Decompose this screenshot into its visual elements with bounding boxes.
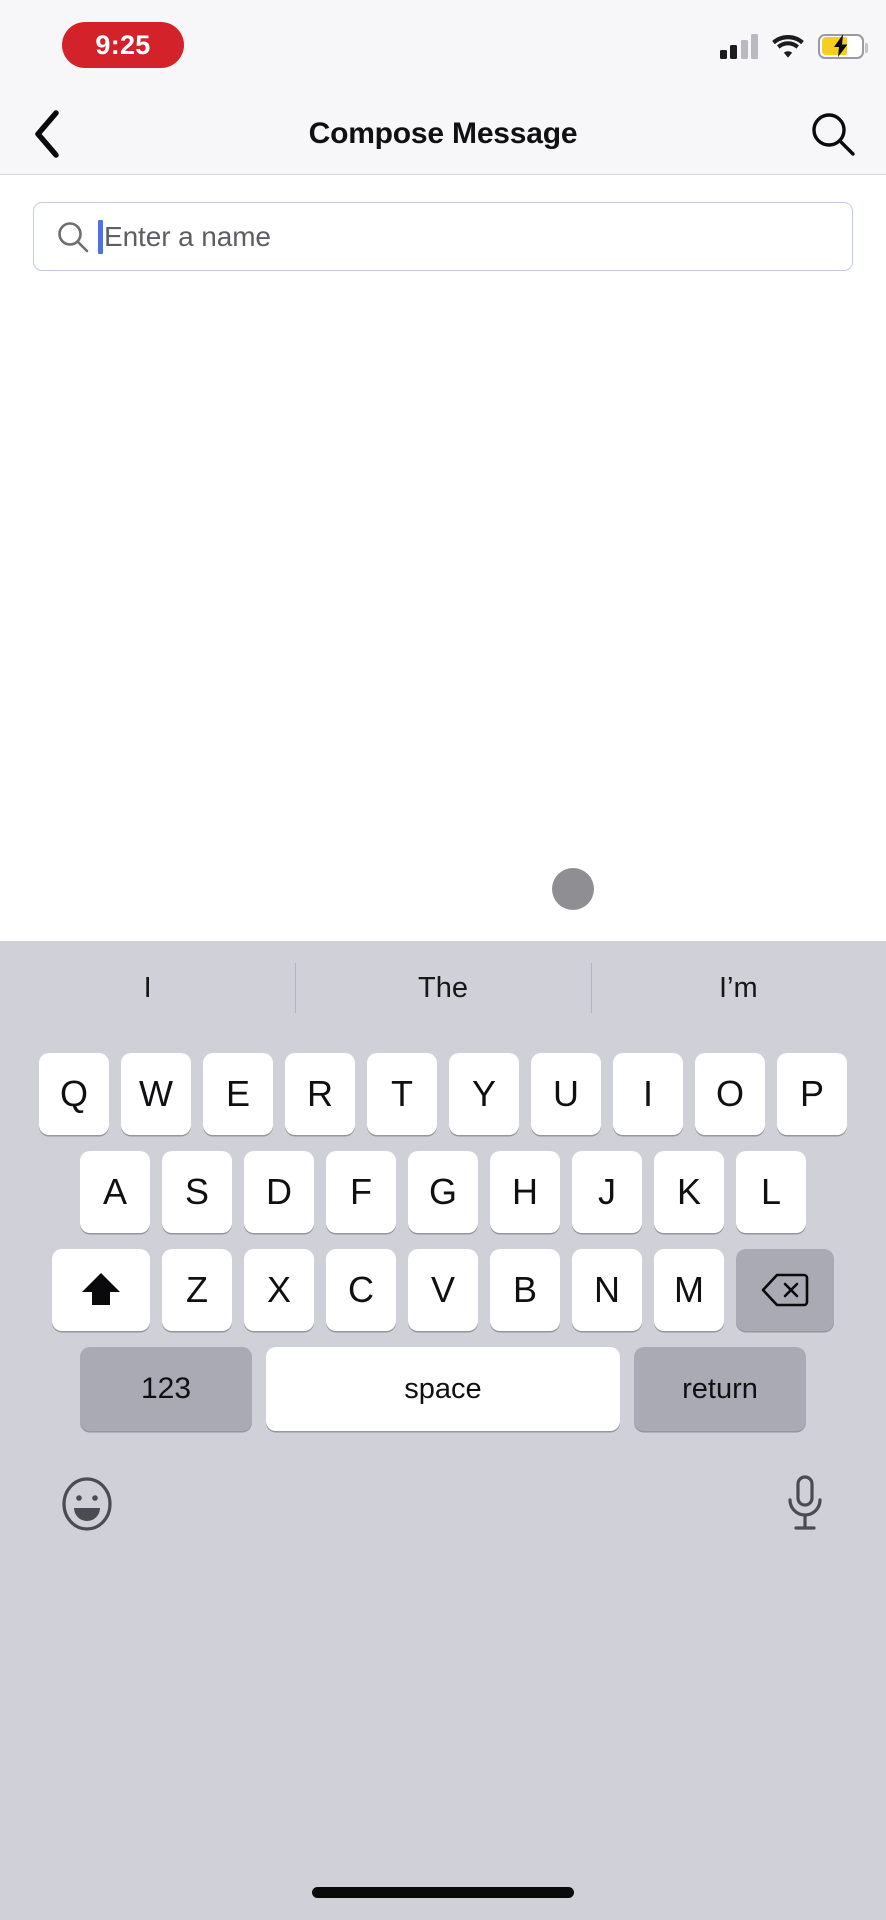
key-j[interactable]: J: [572, 1151, 642, 1233]
shift-arrow-icon: [82, 1273, 120, 1305]
key-w[interactable]: W: [121, 1053, 191, 1135]
keyboard-row-1: Q W E R T Y U I O P: [0, 1053, 886, 1135]
key-v[interactable]: V: [408, 1249, 478, 1331]
key-z[interactable]: Z: [162, 1249, 232, 1331]
battery-charging-icon: [818, 33, 868, 59]
numbers-key[interactable]: 123: [80, 1347, 252, 1431]
key-e[interactable]: E: [203, 1053, 273, 1135]
key-q[interactable]: Q: [39, 1053, 109, 1135]
keyboard-row-4: 123 space return: [0, 1347, 886, 1431]
key-k[interactable]: K: [654, 1151, 724, 1233]
phone-screen: 9:25 Compose Message Enter a name I The …: [0, 0, 886, 1920]
keyboard-row-3: Z X C V B N M: [0, 1249, 886, 1331]
return-key[interactable]: return: [634, 1347, 806, 1431]
key-a[interactable]: A: [80, 1151, 150, 1233]
prediction-item-1[interactable]: I: [0, 941, 295, 1035]
keyboard-row-2: A S D F G H J K L: [0, 1151, 886, 1233]
key-y[interactable]: Y: [449, 1053, 519, 1135]
backspace-delete-icon: [761, 1273, 809, 1307]
key-l[interactable]: L: [736, 1151, 806, 1233]
key-f[interactable]: F: [326, 1151, 396, 1233]
key-i[interactable]: I: [613, 1053, 683, 1135]
shift-key[interactable]: [52, 1249, 150, 1331]
prediction-item-3[interactable]: I’m: [590, 941, 886, 1035]
key-s[interactable]: S: [162, 1151, 232, 1233]
prediction-item-2[interactable]: The: [295, 941, 590, 1035]
key-c[interactable]: C: [326, 1249, 396, 1331]
key-d[interactable]: D: [244, 1151, 314, 1233]
space-key[interactable]: space: [266, 1347, 620, 1431]
emoji-key[interactable]: [58, 1475, 116, 1538]
key-t[interactable]: T: [367, 1053, 437, 1135]
page-title: Compose Message: [308, 116, 578, 150]
search-icon: [812, 112, 855, 156]
recipient-search-input[interactable]: Enter a name: [33, 202, 853, 271]
compose-content-area: Enter a name: [0, 175, 886, 941]
navigation-bar: Compose Message: [0, 92, 886, 175]
predictive-text-bar: I The I’m: [0, 941, 886, 1035]
status-time-pill: 9:25: [62, 22, 184, 68]
status-bar: 9:25: [0, 0, 886, 92]
key-m[interactable]: M: [654, 1249, 724, 1331]
key-o[interactable]: O: [695, 1053, 765, 1135]
emoji-smiley-icon: [62, 1476, 112, 1531]
key-r[interactable]: R: [285, 1053, 355, 1135]
status-time: 9:25: [95, 29, 151, 60]
key-b[interactable]: B: [490, 1249, 560, 1331]
microphone-icon: [788, 1474, 822, 1530]
wifi-icon: [772, 35, 804, 58]
key-n[interactable]: N: [572, 1249, 642, 1331]
key-h[interactable]: H: [490, 1151, 560, 1233]
key-p[interactable]: P: [777, 1053, 847, 1135]
key-x[interactable]: X: [244, 1249, 314, 1331]
recipient-placeholder: Enter a name: [104, 220, 271, 252]
touch-pointer-dot: [552, 868, 594, 910]
search-button[interactable]: [798, 92, 868, 175]
key-g[interactable]: G: [408, 1151, 478, 1233]
cellular-signal-icon: [719, 33, 758, 59]
dictation-key[interactable]: [782, 1473, 828, 1540]
status-indicators: [719, 26, 868, 66]
on-screen-keyboard: I The I’m Q W E R T Y U I O P A S D F G …: [0, 941, 886, 1920]
search-icon: [58, 221, 89, 252]
home-indicator: [312, 1887, 574, 1898]
key-u[interactable]: U: [531, 1053, 601, 1135]
keyboard-bottom-bar: [0, 1471, 886, 1541]
backspace-key[interactable]: [736, 1249, 834, 1331]
text-caret: [98, 219, 103, 254]
